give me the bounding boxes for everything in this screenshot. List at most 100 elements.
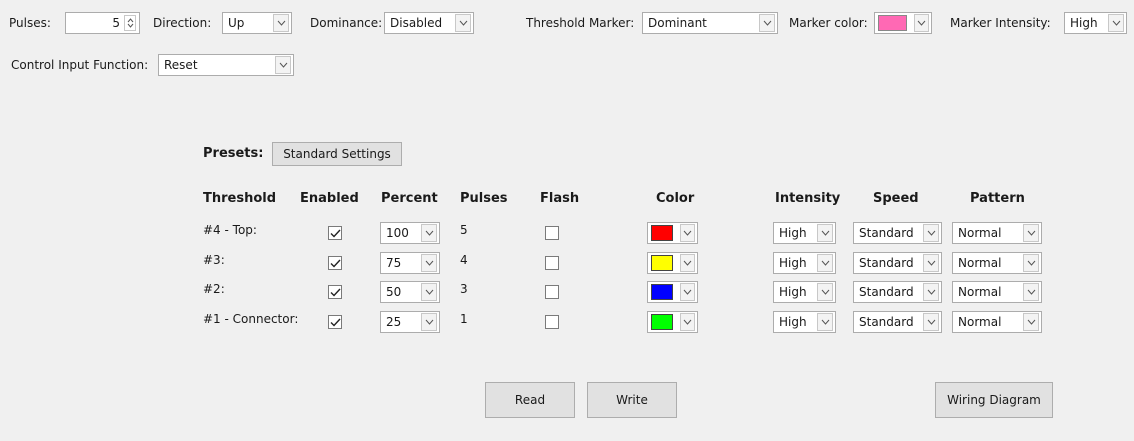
- direction-select[interactable]: Up: [222, 12, 292, 34]
- flash-checkbox[interactable]: [545, 315, 559, 329]
- intensity-select[interactable]: High: [773, 311, 836, 333]
- color-swatch: [651, 284, 674, 300]
- speed-select[interactable]: Standard: [853, 252, 942, 274]
- chevron-down-icon[interactable]: [680, 254, 695, 272]
- color-select[interactable]: [647, 222, 698, 244]
- color-swatch: [651, 314, 674, 330]
- percent-value: 25: [386, 315, 402, 329]
- enabled-checkbox[interactable]: [328, 285, 342, 299]
- pattern-value: Normal: [958, 226, 1002, 240]
- marker-intensity-select[interactable]: High: [1064, 12, 1127, 34]
- chevron-down-icon[interactable]: [913, 14, 929, 32]
- direction-label: Direction:: [153, 16, 212, 30]
- flash-checkbox[interactable]: [545, 285, 559, 299]
- color-select[interactable]: [647, 281, 698, 303]
- marker-intensity-label: Marker Intensity:: [950, 16, 1051, 30]
- marker-color-label: Marker color:: [789, 16, 868, 30]
- chevron-down-icon[interactable]: [455, 14, 471, 32]
- threshold-name: #2:: [203, 282, 225, 296]
- enabled-checkbox[interactable]: [328, 256, 342, 270]
- pulses-value: 5: [112, 16, 120, 30]
- header-flash: Flash: [540, 191, 580, 206]
- chevron-down-icon[interactable]: [421, 313, 437, 331]
- enabled-checkbox[interactable]: [328, 315, 342, 329]
- chevron-down-icon[interactable]: [1023, 224, 1039, 242]
- chevron-down-icon[interactable]: [923, 224, 939, 242]
- intensity-select[interactable]: High: [773, 252, 836, 274]
- chevron-down-icon[interactable]: [1023, 254, 1039, 272]
- flash-checkbox[interactable]: [545, 256, 559, 270]
- chevron-down-icon[interactable]: [1023, 313, 1039, 331]
- marker-color-swatch: [878, 15, 907, 31]
- chevron-down-icon[interactable]: [421, 283, 437, 301]
- chevron-down-icon[interactable]: [275, 56, 291, 74]
- header-pulses: Pulses: [460, 191, 508, 206]
- pattern-select[interactable]: Normal: [952, 252, 1042, 274]
- flash-checkbox[interactable]: [545, 226, 559, 240]
- control-input-select[interactable]: Reset: [158, 54, 294, 76]
- percent-select[interactable]: 100: [380, 222, 440, 244]
- checkmark-icon: [330, 229, 341, 238]
- pattern-value: Normal: [958, 256, 1002, 270]
- chevron-down-icon[interactable]: [680, 313, 695, 331]
- pattern-value: Normal: [958, 285, 1002, 299]
- enabled-checkbox[interactable]: [328, 226, 342, 240]
- header-pattern: Pattern: [970, 191, 1025, 206]
- intensity-value: High: [779, 226, 807, 240]
- color-swatch: [651, 255, 674, 271]
- threshold-marker-value: Dominant: [648, 16, 707, 30]
- percent-value: 50: [386, 285, 402, 299]
- chevron-down-icon[interactable]: [817, 283, 833, 301]
- chevron-down-icon[interactable]: [421, 254, 437, 272]
- color-select[interactable]: [647, 252, 698, 274]
- spin-updown-icon[interactable]: [124, 15, 136, 31]
- chevron-down-icon[interactable]: [1108, 14, 1124, 32]
- percent-value: 100: [386, 226, 409, 240]
- chevron-down-icon[interactable]: [817, 313, 833, 331]
- chevron-down-icon[interactable]: [923, 313, 939, 331]
- chevron-down-icon[interactable]: [817, 224, 833, 242]
- chevron-down-icon[interactable]: [680, 224, 695, 242]
- speed-select[interactable]: Standard: [853, 311, 942, 333]
- pulses-spinner[interactable]: 5: [65, 12, 140, 34]
- wiring-diagram-button[interactable]: Wiring Diagram: [935, 382, 1053, 418]
- threshold-name: #1 - Connector:: [203, 312, 299, 326]
- read-button[interactable]: Read: [485, 382, 575, 418]
- speed-select[interactable]: Standard: [853, 222, 942, 244]
- speed-select[interactable]: Standard: [853, 281, 942, 303]
- chevron-down-icon[interactable]: [759, 14, 775, 32]
- pulses-count: 5: [460, 223, 468, 237]
- threshold-marker-select[interactable]: Dominant: [642, 12, 778, 34]
- write-button[interactable]: Write: [587, 382, 677, 418]
- chevron-down-icon[interactable]: [923, 283, 939, 301]
- pattern-select[interactable]: Normal: [952, 222, 1042, 244]
- percent-select[interactable]: 75: [380, 252, 440, 274]
- chevron-down-icon[interactable]: [923, 254, 939, 272]
- chevron-down-icon[interactable]: [680, 283, 695, 301]
- percent-select[interactable]: 25: [380, 311, 440, 333]
- chevron-down-icon[interactable]: [273, 14, 289, 32]
- speed-value: Standard: [859, 226, 914, 240]
- threshold-name: #4 - Top:: [203, 223, 257, 237]
- header-intensity: Intensity: [775, 191, 841, 206]
- marker-color-select[interactable]: [874, 12, 932, 34]
- percent-select[interactable]: 50: [380, 281, 440, 303]
- standard-settings-button[interactable]: Standard Settings: [272, 142, 402, 166]
- header-enabled: Enabled: [300, 191, 359, 206]
- pattern-select[interactable]: Normal: [952, 281, 1042, 303]
- chevron-down-icon[interactable]: [421, 224, 437, 242]
- intensity-value: High: [779, 315, 807, 329]
- intensity-select[interactable]: High: [773, 222, 836, 244]
- direction-value: Up: [228, 16, 245, 30]
- threshold-name: #3:: [203, 253, 225, 267]
- color-select[interactable]: [647, 311, 698, 333]
- speed-value: Standard: [859, 256, 914, 270]
- intensity-value: High: [779, 285, 807, 299]
- color-swatch: [651, 225, 674, 241]
- dominance-select[interactable]: Disabled: [384, 12, 474, 34]
- intensity-select[interactable]: High: [773, 281, 836, 303]
- chevron-down-icon[interactable]: [817, 254, 833, 272]
- chevron-down-icon[interactable]: [1023, 283, 1039, 301]
- pattern-select[interactable]: Normal: [952, 311, 1042, 333]
- intensity-value: High: [779, 256, 807, 270]
